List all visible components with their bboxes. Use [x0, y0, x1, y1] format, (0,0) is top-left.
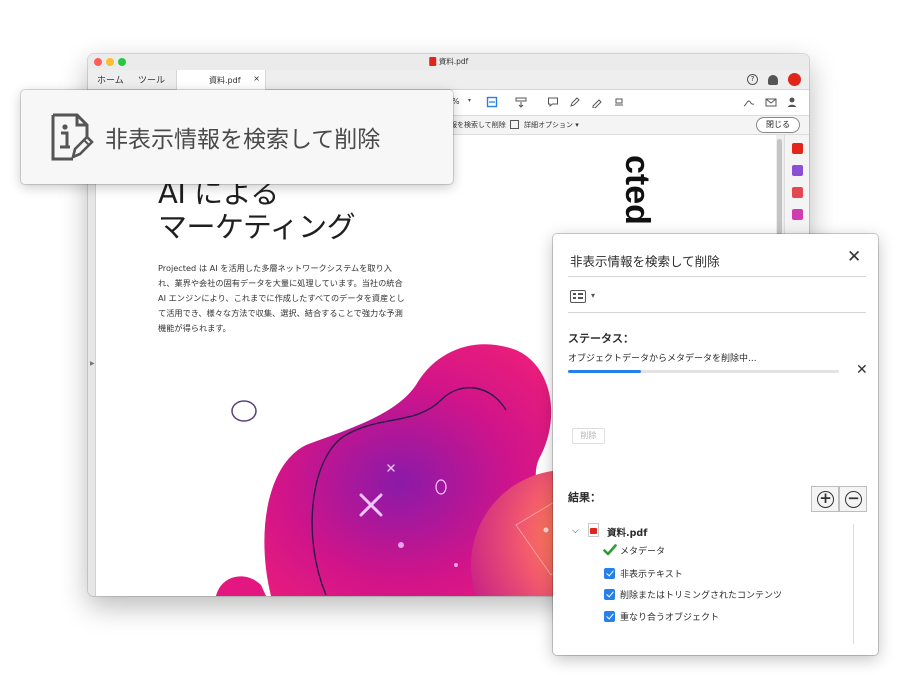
- tree-item-label: メタデータ: [620, 547, 666, 557]
- organize-pages-icon[interactable]: [792, 165, 803, 176]
- options-list-icon[interactable]: [570, 290, 586, 303]
- callout-label: 非表示情報を検索して削除: [105, 127, 381, 153]
- sparkle-dot: [398, 542, 404, 548]
- pdf-file-icon: [428, 57, 436, 66]
- scroll-mode-icon[interactable]: [515, 96, 527, 108]
- progress-fill: [568, 370, 642, 373]
- tree-item-label: 非表示テキスト: [620, 570, 683, 580]
- results-label: 結果：: [568, 491, 601, 504]
- comment-icon[interactable]: [547, 96, 559, 108]
- expand-arrow-icon[interactable]: ▶: [90, 360, 95, 367]
- tab-tools[interactable]: ツール: [138, 73, 165, 86]
- sparkle-dot: [543, 527, 549, 533]
- highlight-pen-icon[interactable]: [569, 96, 581, 108]
- dialog-close-icon[interactable]: ✕: [847, 247, 861, 267]
- options-caret-icon[interactable]: ▾: [591, 291, 595, 300]
- mail-icon[interactable]: [765, 96, 777, 108]
- close-window-button[interactable]: [94, 58, 102, 66]
- tree-collapse-caret-icon[interactable]: ⌵: [572, 526, 579, 536]
- info-redact-icon: [51, 113, 94, 161]
- checkbox-checked[interactable]: [604, 568, 615, 579]
- draw-icon[interactable]: [591, 96, 603, 108]
- checkbox-checked[interactable]: [604, 611, 615, 622]
- status-label: ステータス：: [568, 332, 634, 345]
- share-user-icon[interactable]: [787, 96, 799, 108]
- small-blob: [216, 576, 266, 596]
- left-panel-toggle[interactable]: ▶: [88, 135, 96, 596]
- title-bar: 資料.pdf: [88, 54, 809, 70]
- minimize-window-button[interactable]: [106, 58, 114, 66]
- tool-callout: 非表示情報を検索して削除: [21, 90, 453, 184]
- heading-line-2: マーケティング: [158, 210, 356, 244]
- account-icons: ?: [747, 73, 801, 86]
- collapse-all-button[interactable]: −: [839, 486, 867, 512]
- progress-bar: [568, 370, 839, 373]
- sparkle-dot: [454, 563, 458, 567]
- export-pdf-icon[interactable]: [792, 143, 803, 154]
- fit-page-icon[interactable]: [486, 96, 498, 108]
- checkbox-checked[interactable]: [604, 589, 615, 600]
- tab-bar: ホーム ツール 資料.pdf × ?: [88, 70, 809, 90]
- help-icon[interactable]: ?: [747, 74, 758, 85]
- options-icon: [510, 120, 519, 129]
- window-title: 資料.pdf: [428, 56, 469, 67]
- zoom-level-fragment[interactable]: %: [452, 97, 460, 106]
- plus-icon: +: [817, 491, 834, 508]
- zoom-caret-icon[interactable]: ▾: [468, 97, 471, 104]
- window-title-text: 資料.pdf: [438, 57, 469, 66]
- adobe-account-icon[interactable]: [788, 73, 801, 86]
- document-body-text: Projected は AI を活用した多層ネットワークシステムを取り入れ、業界…: [158, 263, 405, 333]
- edit-pdf-icon[interactable]: [792, 187, 803, 198]
- sign-icon[interactable]: [743, 96, 755, 108]
- advanced-options-button[interactable]: 詳細オプション ▾: [524, 120, 579, 130]
- status-message: オブジェクトデータからメタデータを削除中...: [568, 354, 757, 364]
- pdf-file-icon: [588, 523, 599, 537]
- bell-icon[interactable]: [768, 74, 778, 85]
- divider: [568, 312, 866, 313]
- minus-icon: −: [845, 491, 862, 508]
- close-tool-button[interactable]: 閉じる: [756, 117, 800, 133]
- tab-document-label: 資料.pdf: [209, 76, 241, 85]
- cancel-progress-icon[interactable]: ✕: [856, 362, 868, 378]
- stamp-icon[interactable]: [613, 96, 625, 108]
- tab-document[interactable]: 資料.pdf ×: [176, 70, 266, 90]
- vertical-brand-word: cted: [618, 155, 656, 225]
- document-heading: AI による マーケティング: [158, 176, 356, 244]
- tree-item-label: 削除またはトリミングされたコンテンツ: [620, 591, 783, 601]
- zoom-window-button[interactable]: [118, 58, 126, 66]
- redact-dialog: 非表示情報を検索して削除 ✕ ▾ ステータス： オブジェクトデータからメタデータ…: [553, 234, 878, 655]
- green-check-icon: [603, 544, 617, 556]
- dialog-title: 非表示情報を検索して削除: [570, 254, 720, 269]
- ring-shape: [231, 400, 257, 422]
- divider: [568, 276, 866, 277]
- results-scroll-edge: [853, 524, 854, 644]
- tab-home[interactable]: ホーム: [97, 73, 124, 86]
- tab-close-icon[interactable]: ×: [253, 74, 260, 83]
- expand-all-button[interactable]: +: [811, 486, 839, 512]
- find-redact-fragment[interactable]: 報を検索して削除: [450, 120, 506, 130]
- tree-file-name[interactable]: 資料.pdf: [607, 525, 647, 539]
- tree-item-label: 重なり合うオブジェクト: [620, 613, 720, 623]
- create-pdf-icon[interactable]: [792, 209, 803, 220]
- delete-button[interactable]: 削除: [572, 428, 605, 444]
